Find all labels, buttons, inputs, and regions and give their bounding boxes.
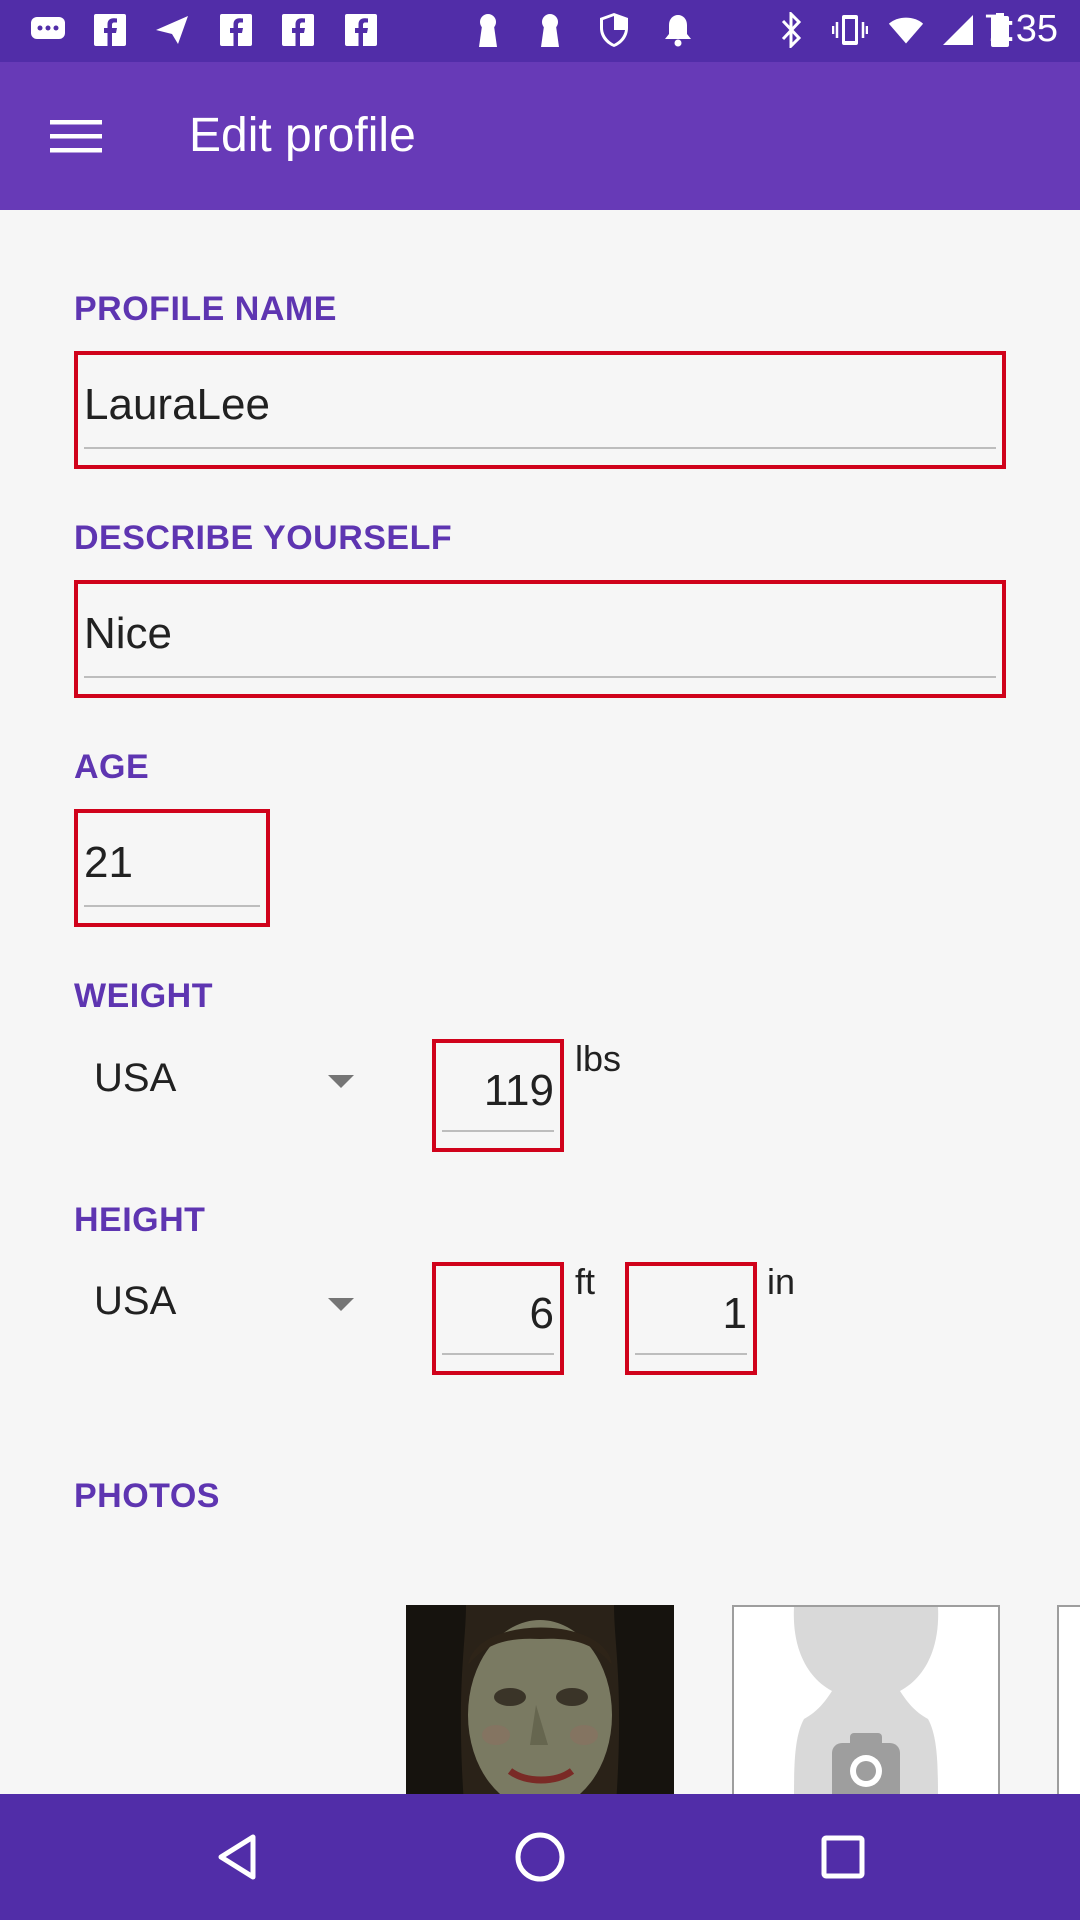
keyhole-icon [470,12,506,48]
age-input[interactable] [84,825,260,907]
bluetooth-icon [773,12,809,48]
photos-label: PHOTOS [74,1477,220,1515]
weight-unit-system-dropdown[interactable]: USA [74,1040,354,1120]
add-photo-placeholder[interactable] [1057,1605,1080,1794]
weight-field[interactable] [432,1039,564,1152]
height-inches-field[interactable] [625,1262,757,1375]
back-icon[interactable] [197,1817,277,1897]
status-time: 7:35 [984,8,1058,50]
height-unit-system-value: USA [94,1279,177,1323]
facebook-icon [92,12,128,48]
menu-icon[interactable] [36,96,116,176]
chevron-down-icon [328,1298,354,1311]
add-photo-placeholder[interactable] [732,1605,1000,1794]
height-feet-input[interactable] [442,1278,554,1355]
profile-photo[interactable] [406,1605,674,1794]
send-icon [154,12,190,48]
height-inches-unit-label: in [767,1261,796,1302]
weight-unit-system-value: USA [94,1056,177,1100]
navigation-bar [0,1794,1080,1920]
home-icon[interactable] [500,1817,580,1897]
page-title: Edit profile [189,109,416,162]
facebook-icon [218,12,254,48]
describe-yourself-field[interactable] [74,580,1006,698]
keyhole-icon [532,12,568,48]
profile-name-label: PROFILE NAME [74,290,337,328]
status-bar: 7:35 [0,0,1080,62]
facebook-icon [280,12,316,48]
height-label: HEIGHT [74,1201,206,1239]
shield-icon [596,12,632,48]
app-bar: Edit profile [0,62,1080,210]
signal-icon [940,12,976,48]
recents-icon[interactable] [803,1817,883,1897]
chat-icon [30,12,66,48]
profile-name-field[interactable] [74,351,1006,469]
chevron-down-icon [328,1075,354,1088]
weight-unit-label: lbs [575,1038,622,1079]
wifi-icon [888,12,924,48]
age-field[interactable] [74,809,270,927]
height-feet-unit-label: ft [575,1261,596,1302]
height-inches-input[interactable] [635,1278,747,1355]
describe-yourself-label: DESCRIBE YOURSELF [74,519,453,557]
age-label: AGE [74,748,150,786]
weight-input[interactable] [442,1055,554,1132]
edit-profile-form: PROFILE NAME DESCRIBE YOURSELF AGE WEIGH… [0,210,1080,1794]
height-feet-field[interactable] [432,1262,564,1375]
person-silhouette-icon [793,1607,939,1794]
facebook-icon [343,12,379,48]
describe-yourself-input[interactable] [84,596,996,678]
weight-label: WEIGHT [74,977,213,1015]
height-unit-system-dropdown[interactable]: USA [74,1263,354,1343]
vibrate-icon [832,12,868,48]
bell-icon [660,12,696,48]
profile-name-input[interactable] [84,367,996,449]
